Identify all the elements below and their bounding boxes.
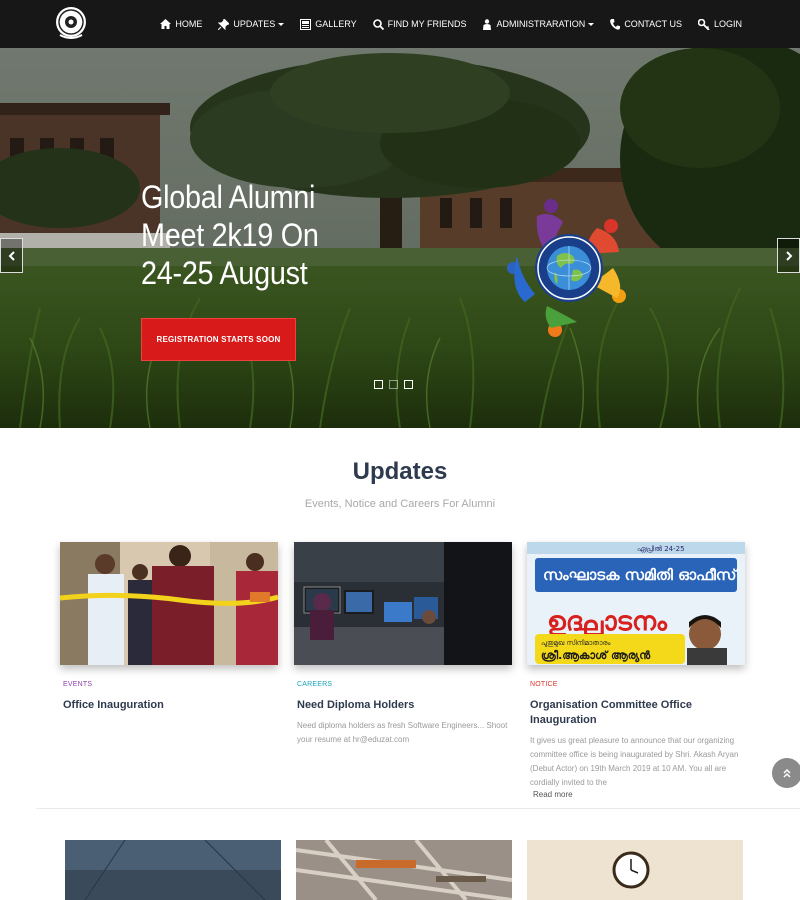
global-meet-badge-logo [507,199,626,337]
card-image-ribbon-cutting[interactable] [60,542,278,665]
nav-gallery-label: GALLERY [315,19,357,29]
updates-subtitle: Events, Notice and Careers For Alumni [304,498,496,510]
hero-title-line-1: Global Alumni [141,179,316,215]
nav-menu: HOME UPDATES GALLERY FIND MY FRIENDS ADM… [144,0,742,48]
home-icon [160,19,172,29]
scroll-top-button[interactable] [772,758,800,788]
hero-title-line-3: 24-25 August [141,255,308,291]
update-card-office-inauguration[interactable]: EVENTS Office Inauguration [60,542,278,742]
card-excerpt: It gives us great pleasure to announce t… [530,736,739,787]
card-title[interactable]: Office Inauguration [63,698,275,713]
slider-dot-3[interactable] [404,380,413,389]
double-chevron-up-icon [783,768,791,778]
update-card-image-4[interactable] [65,840,281,900]
hero-background-image [0,48,800,428]
nav-find-friends[interactable]: FIND MY FRIENDS [372,18,467,30]
slider-prev-button[interactable] [0,238,23,273]
registration-button[interactable]: REGISTRATION STARTS SOON [141,318,296,361]
chevron-down-icon [278,22,285,26]
nav-login[interactable]: LOGIN [697,18,742,30]
pin-icon [218,18,230,30]
nav-gallery[interactable]: GALLERY [300,18,357,30]
chevron-left-icon [8,250,15,261]
nav-find-friends-label: FIND MY FRIENDS [387,19,467,29]
svg-text:പുതുമുഖ സിനിമാതാരം: പുതുമുഖ സിനിമാതാരം [541,639,611,648]
college-logo[interactable] [54,5,88,41]
slider-next-button[interactable] [777,238,800,273]
card-category: CAREERS [297,681,333,688]
update-card-image-6[interactable] [527,840,743,900]
hero-title-line-2: Meet 2k19 On [141,217,319,253]
svg-text:ഏപ്രില്‍ 24-25: ഏപ്രില്‍ 24-25 [637,545,685,553]
card-category: EVENTS [63,681,93,688]
svg-text:ശ്രീ.ആകാശ് ആര്യന്‍: ശ്രീ.ആകാശ് ആര്യന്‍ [541,649,651,663]
nav-contact[interactable]: CONTACT US [610,18,682,30]
update-card-organisation-committee[interactable]: ഏപ്രില്‍ 24-25 സംഘാടക സമിതി ഓഫീസ് ഉദ്ഘാട… [527,542,745,802]
nav-updates-label: UPDATES [233,19,276,29]
card-image-office-workspace[interactable] [294,542,512,665]
nav-login-label: LOGIN [713,19,742,29]
nav-updates[interactable]: UPDATES [218,18,285,30]
slider-indicators [374,380,419,389]
svg-text:ഉദ്ഘാടനം: ഉദ്ഘാടനം [547,607,668,637]
svg-text:സംഘാടക സമിതി ഓഫീസ്: സംഘാടക സമിതി ഓഫീസ് [543,566,739,584]
admin-icon [483,18,492,30]
card-excerpt: Need diploma holders as fresh Software E… [297,721,508,744]
update-card-image-5[interactable] [296,840,512,900]
hero-title: Global Alumni Meet 2k19 On 24-25 August [141,178,348,292]
phone-icon [610,18,621,30]
navbar: HOME UPDATES GALLERY FIND MY FRIENDS ADM… [0,0,800,48]
gallery-icon [300,18,312,30]
updates-heading: Updates [352,458,448,485]
key-icon [697,18,710,30]
slider-dot-2[interactable] [389,380,398,389]
nav-administration[interactable]: ADMINISTRARATION [482,18,595,30]
nav-administration-label: ADMINISTRARATION [496,19,586,29]
card-category: NOTICE [530,681,558,688]
read-more-link[interactable]: Read more [533,790,573,799]
card-image-notice-poster[interactable]: ഏപ്രില്‍ 24-25 സംഘാടക സമിതി ഓഫീസ് ഉദ്ഘാട… [527,542,745,665]
chevron-right-icon [785,250,792,261]
nav-contact-label: CONTACT US [624,19,682,29]
hero-slider: Global Alumni Meet 2k19 On 24-25 August … [0,48,800,428]
slider-dot-1[interactable] [374,380,383,389]
card-title[interactable]: Need Diploma Holders [297,698,509,713]
chevron-down-icon [588,22,595,26]
search-icon [372,18,384,30]
nav-home-label: HOME [175,19,203,29]
card-title[interactable]: Organisation Committee Office Inaugurati… [530,698,742,728]
section-divider [36,808,800,809]
nav-home[interactable]: HOME [160,19,202,29]
update-card-diploma-holders[interactable]: CAREERS Need Diploma Holders Need diplom… [294,542,512,752]
